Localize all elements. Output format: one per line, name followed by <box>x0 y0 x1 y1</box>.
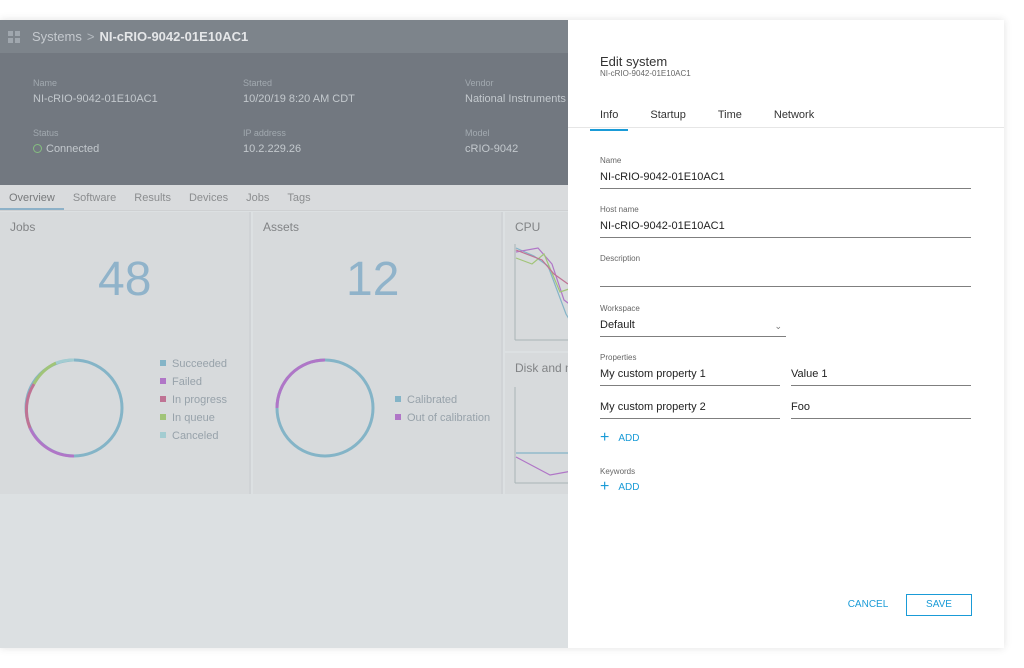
name-field-label: Name <box>600 156 622 165</box>
save-button[interactable]: SAVE <box>906 594 972 616</box>
description-field[interactable]: Description <box>600 254 971 287</box>
property-name-input[interactable]: My custom property 2 <box>600 400 780 415</box>
plus-icon: + <box>600 478 610 495</box>
host-name-field-label: Host name <box>600 205 639 214</box>
dialog-subtitle: NI-cRIO-9042-01E10AC1 <box>600 69 691 78</box>
modal-overlay[interactable] <box>0 20 568 648</box>
property-name-field[interactable]: My custom property 2 <box>600 400 780 419</box>
description-field-input[interactable] <box>600 268 971 283</box>
keywords-label: Keywords <box>600 467 636 476</box>
properties-section: Properties <box>600 353 971 367</box>
add-property-button[interactable]: + ADD <box>600 429 640 446</box>
workspace-select[interactable]: Workspace Default ⌄ <box>600 304 786 337</box>
name-field[interactable]: Name NI-cRIO-9042-01E10AC1 <box>600 156 971 189</box>
host-name-field[interactable]: Host name NI-cRIO-9042-01E10AC1 <box>600 205 971 238</box>
property-value-field[interactable]: Foo <box>791 400 971 419</box>
add-keyword-label: ADD <box>618 481 640 493</box>
workspace-select-label: Workspace <box>600 304 640 313</box>
tabs-divider <box>568 127 1004 128</box>
chevron-down-icon[interactable]: ⌄ <box>774 321 782 332</box>
property-value-input[interactable]: Foo <box>791 400 971 415</box>
add-property-label: ADD <box>618 432 640 444</box>
workspace-select-value[interactable]: Default <box>600 318 786 333</box>
property-value-field[interactable]: Value 1 <box>791 367 971 386</box>
dialog-title: Edit system <box>600 54 668 69</box>
edit-system-dialog: Edit system NI-cRIO-9042-01E10AC1 Info S… <box>568 20 1004 648</box>
name-field-input[interactable]: NI-cRIO-9042-01E10AC1 <box>600 170 971 185</box>
property-value-input[interactable]: Value 1 <box>791 367 971 382</box>
cancel-button[interactable]: CANCEL <box>842 594 894 616</box>
host-name-field-input[interactable]: NI-cRIO-9042-01E10AC1 <box>600 219 971 234</box>
description-field-label: Description <box>600 254 641 263</box>
properties-label: Properties <box>600 353 637 362</box>
plus-icon: + <box>600 429 610 446</box>
property-name-input[interactable]: My custom property 1 <box>600 367 780 382</box>
property-name-field[interactable]: My custom property 1 <box>600 367 780 386</box>
app-frame: Systems > NI-cRIO-9042-01E10AC1 Name NI-… <box>0 20 1004 648</box>
add-keyword-button[interactable]: + ADD <box>600 478 640 495</box>
